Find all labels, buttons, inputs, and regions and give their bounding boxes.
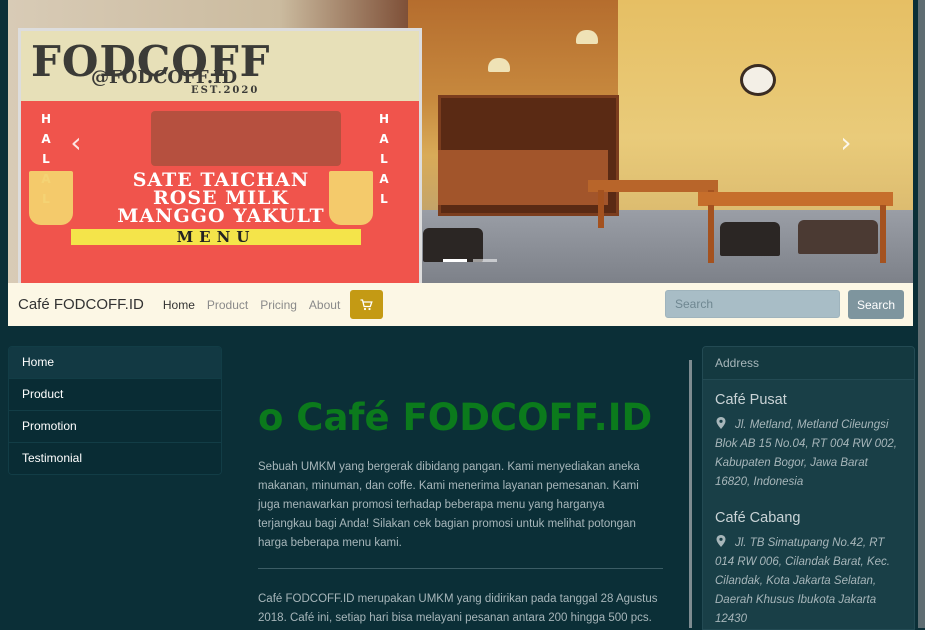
table-leg xyxy=(598,190,604,228)
sidebar-item-promotion[interactable]: Promotion xyxy=(9,410,221,442)
stool xyxy=(423,228,483,262)
location-title: Café Pusat xyxy=(715,392,787,408)
wall-clock xyxy=(740,64,776,96)
nav-link-product[interactable]: Product xyxy=(207,298,248,312)
carousel-indicator[interactable] xyxy=(473,259,497,262)
location-address-text: Jl. TB Simatupang No.42, RT 014 RW 006, … xyxy=(715,537,890,625)
page-scrollbar[interactable] xyxy=(918,0,925,628)
carousel-indicator[interactable] xyxy=(443,259,467,262)
address-card-header: Address xyxy=(703,347,914,380)
address-location: Café Pusat Jl. Metland, Metland Cileungs… xyxy=(703,392,914,492)
cafe-table xyxy=(698,192,893,206)
chevron-left-icon: ‹ xyxy=(70,125,82,159)
location-address: Jl. Metland, Metland Cileungsi Blok AB 1… xyxy=(715,416,902,492)
cart-icon xyxy=(360,298,373,310)
carousel-next-button[interactable]: › xyxy=(834,125,858,159)
search-input[interactable] xyxy=(665,290,840,318)
table-leg xyxy=(708,205,714,263)
navbar: Café FODCOFF.ID Home Product Pricing Abo… xyxy=(8,283,913,326)
hanging-lamp xyxy=(488,58,510,72)
history-paragraph: Café FODCOFF.ID merupakan UMKM yang didi… xyxy=(258,593,658,624)
location-title: Café Cabang xyxy=(715,510,801,526)
carousel-indicators xyxy=(443,259,497,262)
drink-cup xyxy=(29,171,73,225)
sidebar-item-home[interactable]: Home xyxy=(9,347,221,378)
hero-carousel: FODCOFF @FODCOFF.ID EST.2020 HALAL HALAL… xyxy=(8,0,913,283)
banner-line: MANGGO YAKULT xyxy=(117,205,325,227)
stool xyxy=(720,222,780,256)
nav-link-pricing[interactable]: Pricing xyxy=(260,298,297,312)
navbar-brand[interactable]: Café FODCOFF.ID xyxy=(18,296,144,313)
address-card: Address Café Pusat Jl. Metland, Metland … xyxy=(702,346,915,630)
banner-menu-label: MENU xyxy=(71,229,361,245)
page-title: o Café FODCOFF.ID xyxy=(258,396,653,439)
hanging-lamp xyxy=(576,30,598,44)
cafe-table xyxy=(588,180,718,192)
location-address: Jl. TB Simatupang No.42, RT 014 RW 006, … xyxy=(715,534,902,629)
stool xyxy=(798,220,878,254)
cafe-counter-front xyxy=(438,150,608,205)
chevron-right-icon: › xyxy=(840,125,852,159)
banner-est: EST.2020 xyxy=(191,85,260,96)
search-button[interactable]: Search xyxy=(848,290,904,319)
carousel-prev-button[interactable]: ‹ xyxy=(64,125,88,159)
content-scrollbar[interactable] xyxy=(689,360,692,628)
sidebar-item-testimonial[interactable]: Testimonial xyxy=(9,442,221,474)
nav-links: Home Product Pricing About xyxy=(163,298,340,312)
map-marker-icon xyxy=(716,417,726,429)
title-fade xyxy=(254,398,260,440)
nav-link-about[interactable]: About xyxy=(309,298,340,312)
intro-paragraph: Sebuah UMKM yang bergerak dibidang panga… xyxy=(258,461,640,549)
section-divider xyxy=(258,568,663,569)
address-location: Café Cabang Jl. TB Simatupang No.42, RT … xyxy=(703,510,914,629)
main-content: o Café FODCOFF.ID Sebuah UMKM yang berge… xyxy=(240,346,688,628)
banner-food-photo xyxy=(151,111,341,166)
banner-halal-right: HALAL xyxy=(378,112,390,206)
banner-menu-items: SATE TAICHAN ROSE MILK MANGGO YAKULT xyxy=(71,171,371,227)
location-address-text: Jl. Metland, Metland Cileungsi Blok AB 1… xyxy=(715,419,897,488)
table-leg xyxy=(880,205,886,263)
sidebar-menu: Home Product Promotion Testimonial xyxy=(8,346,222,475)
map-marker-icon xyxy=(716,535,726,547)
cart-button[interactable] xyxy=(350,290,384,319)
sidebar-item-product[interactable]: Product xyxy=(9,378,221,410)
nav-link-home[interactable]: Home xyxy=(163,298,195,312)
